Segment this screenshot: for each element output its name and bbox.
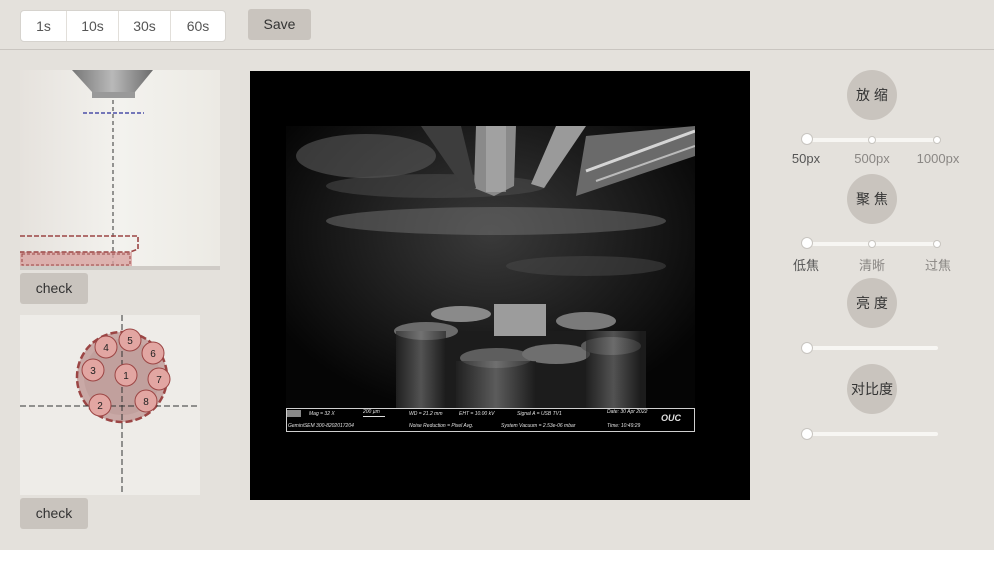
holder-slot-number: 1 (123, 371, 129, 382)
interval-10s-button[interactable]: 10s (67, 11, 119, 41)
focus-mark-over: 过焦 (924, 258, 951, 273)
sem-info-bar: Mag = 32 X 200 µm WD = 21.2 mm EHT = 10.… (286, 408, 695, 432)
info-eht: EHT = 10.00 kV (459, 411, 495, 417)
info-brand: OUC (661, 413, 681, 423)
info-noise: Noise Reduction = Pixel Avg. (409, 423, 474, 429)
sem-image (286, 126, 695, 432)
focus-mark-clear: 清晰 (858, 258, 885, 273)
info-date: Date: 30 Apr 2022 (607, 409, 648, 415)
info-wd: WD = 21.2 mm (409, 411, 443, 417)
info-signal: Signal A = USB TV1 (517, 411, 562, 417)
interval-60s-button[interactable]: 60s (171, 11, 225, 41)
focus-tick-mid (868, 240, 876, 248)
info-vacuum: System Vacuum = 2.53e-06 mbar (501, 423, 576, 429)
interval-1s-button[interactable]: 1s (21, 11, 67, 41)
zoom-tick-end (933, 136, 941, 144)
zoom-control-button[interactable]: 放 缩 (847, 70, 897, 120)
sem-viewer[interactable]: Mag = 32 X 200 µm WD = 21.2 mm EHT = 10.… (250, 71, 750, 500)
info-time: Time: 10:49:29 (607, 423, 641, 429)
info-scale: 200 µm (363, 409, 380, 415)
holder-slot-number: 2 (97, 401, 103, 412)
holder-slot-number: 3 (90, 366, 96, 377)
contrast-control-button[interactable]: 对比度 (847, 364, 897, 414)
info-instrument: GeminiSEM 300-8202017204 (288, 423, 354, 429)
zoom-slider-handle[interactable] (801, 133, 813, 145)
brightness-control-button[interactable]: 亮 度 (847, 278, 897, 328)
top-view-camera: 1 2 3 4 5 6 78 (20, 315, 200, 495)
holder-slot-number: 4 (103, 343, 109, 354)
zoom-tick-mid (868, 136, 876, 144)
zoom-mark-1000px: 1000px (916, 151, 960, 166)
zeiss-logo (287, 410, 301, 417)
focus-control-button[interactable]: 聚 焦 (847, 174, 897, 224)
interval-selector: 1s 10s 30s 60s (20, 10, 226, 42)
brightness-slider-handle[interactable] (801, 342, 813, 354)
toolbar: 1s 10s 30s 60s Save (0, 0, 994, 50)
holder-slot-number: 5 (127, 336, 133, 347)
check-side-view-button[interactable]: check (20, 273, 88, 304)
holder-slot-number: 6 (150, 349, 156, 360)
contrast-slider-track[interactable] (805, 432, 938, 436)
brightness-slider-track[interactable] (805, 346, 938, 350)
scale-bar (363, 416, 385, 417)
focus-mark-low: 低焦 (792, 258, 819, 273)
check-top-view-button[interactable]: check (20, 498, 88, 529)
zoom-mark-500px: 500px (854, 151, 890, 166)
holder-slot-number: 8 (143, 397, 149, 408)
contrast-slider-handle[interactable] (801, 428, 813, 440)
focus-tick-end (933, 240, 941, 248)
holder-slot-number: 7 (156, 375, 162, 386)
zoom-mark-50px: 50px (791, 151, 821, 166)
info-mag: Mag = 32 X (309, 411, 335, 417)
app: 1s 10s 30s 60s Save check 1 2 3 4 5 6 7 … (0, 0, 994, 550)
interval-30s-button[interactable]: 30s (119, 11, 171, 41)
save-button[interactable]: Save (248, 9, 311, 40)
focus-slider-handle[interactable] (801, 237, 813, 249)
side-view-camera (20, 70, 220, 270)
